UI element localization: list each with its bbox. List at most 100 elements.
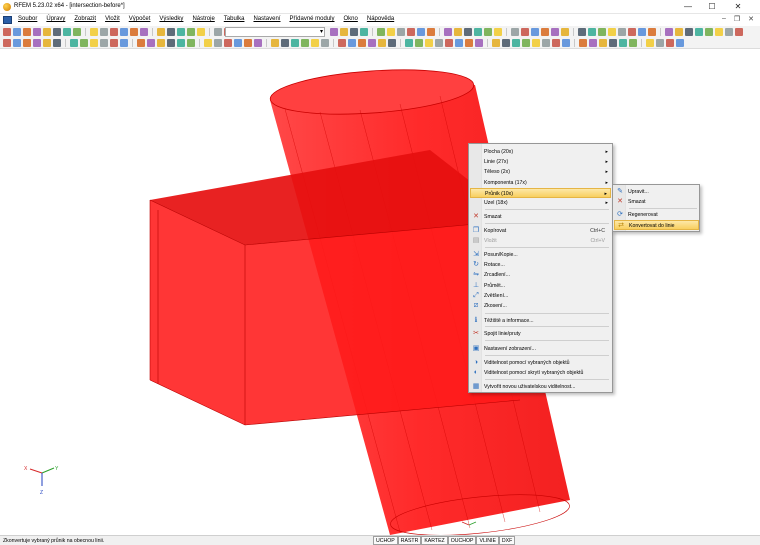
toolbar-tool-icon[interactable] xyxy=(301,39,309,47)
context-menu-item[interactable]: ⤢ Zvětšení... xyxy=(470,291,611,301)
context-menu-item[interactable]: Těleso (2x) ▸ xyxy=(470,167,611,177)
toolbar-tool-icon[interactable] xyxy=(648,28,656,36)
model-canvas[interactable]: Y X Z xyxy=(0,49,760,535)
toolbar-tool-icon[interactable] xyxy=(281,39,289,47)
mdi-minimize-button[interactable]: – xyxy=(722,15,726,23)
mdi-close-button[interactable]: ✕ xyxy=(748,15,754,23)
toolbar-tool-icon[interactable] xyxy=(415,39,423,47)
minimize-button[interactable]: — xyxy=(676,1,700,13)
toolbar-tool-icon[interactable] xyxy=(484,28,492,36)
toolbar-tool-icon[interactable] xyxy=(33,28,41,36)
status-toggle-button[interactable]: DXF xyxy=(498,536,516,545)
toolbar-tool-icon[interactable] xyxy=(666,39,674,47)
status-toggle-button[interactable]: OUCHOP xyxy=(447,536,477,545)
toolbar-tool-icon[interactable] xyxy=(387,28,395,36)
toolbar-tool-icon[interactable] xyxy=(70,39,78,47)
toolbar-tool-icon[interactable] xyxy=(63,28,71,36)
toolbar-tool-icon[interactable] xyxy=(120,39,128,47)
context-menu-item[interactable]: ⇋ Zrcadlení... xyxy=(470,270,611,280)
toolbar-tool-icon[interactable] xyxy=(397,28,405,36)
mdi-restore-button[interactable]: ❐ xyxy=(734,15,740,23)
toolbar-tool-icon[interactable] xyxy=(43,28,51,36)
toolbar-tool-icon[interactable] xyxy=(425,39,433,47)
toolbar-tool-icon[interactable] xyxy=(578,28,586,36)
toolbar-tool-icon[interactable] xyxy=(197,28,205,36)
context-menu-item[interactable]: Průnik (10x) ▸ xyxy=(470,188,611,198)
maximize-button[interactable]: ☐ xyxy=(700,1,724,13)
toolbar-tool-icon[interactable] xyxy=(599,39,607,47)
toolbar-tool-icon[interactable] xyxy=(100,39,108,47)
toolbar-tool-icon[interactable] xyxy=(725,28,733,36)
menu-item[interactable]: Vložit xyxy=(105,16,120,22)
toolbar-tool-icon[interactable] xyxy=(502,39,510,47)
menu-item[interactable]: Přídavné moduly xyxy=(289,16,334,22)
context-menu-item[interactable]: Uzel (18x) ▸ xyxy=(470,198,611,208)
toolbar-tool-icon[interactable] xyxy=(3,39,11,47)
menu-item[interactable]: Soubor xyxy=(18,16,37,22)
context-menu-item[interactable]: ✂ Spojit linie/pruty xyxy=(470,329,611,339)
toolbar-tool-icon[interactable] xyxy=(187,28,195,36)
menu-item[interactable]: Nástroje xyxy=(192,16,214,22)
toolbar-tool-icon[interactable] xyxy=(214,39,222,47)
submenu-item[interactable]: ⟳ Regenerovat xyxy=(614,210,699,220)
toolbar-tool-icon[interactable] xyxy=(130,28,138,36)
toolbar-tool-icon[interactable] xyxy=(321,39,329,47)
toolbar-tool-icon[interactable] xyxy=(589,39,597,47)
submenu-item[interactable]: ✕ Smazat xyxy=(614,197,699,207)
toolbar-tool-icon[interactable] xyxy=(167,39,175,47)
toolbar-tool-icon[interactable] xyxy=(465,39,473,47)
toolbar-tool-icon[interactable] xyxy=(23,28,31,36)
toolbar-tool-icon[interactable] xyxy=(454,28,462,36)
toolbar-tool-icon[interactable] xyxy=(444,28,452,36)
toolbar-tool-icon[interactable] xyxy=(377,28,385,36)
toolbar-tool-icon[interactable] xyxy=(311,39,319,47)
toolbar-tool-icon[interactable] xyxy=(579,39,587,47)
menu-item[interactable]: Výpočet xyxy=(129,16,151,22)
status-toggle-button[interactable]: KARTEZ xyxy=(421,536,448,545)
toolbar-tool-icon[interactable] xyxy=(187,39,195,47)
toolbar-tool-icon[interactable] xyxy=(417,28,425,36)
toolbar-tool-icon[interactable] xyxy=(531,28,539,36)
context-menu-item[interactable]: ▦ Vytvořit novou uživatelskou viditelnost… xyxy=(470,382,611,392)
menu-item[interactable]: Výsledky xyxy=(159,16,183,22)
toolbar-tool-icon[interactable] xyxy=(541,28,549,36)
toolbar-tool-icon[interactable] xyxy=(464,28,472,36)
submenu-item[interactable]: ✎ Upravit... xyxy=(614,187,699,197)
context-menu-item[interactable]: ▤ Vložit Ctrl+V xyxy=(470,236,611,246)
toolbar-tool-icon[interactable] xyxy=(474,28,482,36)
toolbar-tool-icon[interactable] xyxy=(608,28,616,36)
toolbar-tool-icon[interactable] xyxy=(532,39,540,47)
toolbar-tool-icon[interactable] xyxy=(120,28,128,36)
context-menu-item[interactable]: ▣ Nastavení zobrazení... xyxy=(470,344,611,354)
context-menu-item[interactable]: ↻ Rotace... xyxy=(470,260,611,270)
menu-item[interactable]: Zobrazit xyxy=(74,16,96,22)
load-case-combo[interactable]: ▾ xyxy=(225,27,325,37)
context-menu-item[interactable]: ❐ Kopírovat Ctrl+C xyxy=(470,226,611,236)
toolbar-tool-icon[interactable] xyxy=(492,39,500,47)
context-menu-item[interactable]: ✕ Smazat xyxy=(470,212,611,222)
toolbar-tool-icon[interactable] xyxy=(735,28,743,36)
context-menu-item[interactable]: Plocha (20x) ▸ xyxy=(470,147,611,157)
context-menu-item[interactable]: ⊥ Průmět... xyxy=(470,281,611,291)
toolbar-tool-icon[interactable] xyxy=(685,28,693,36)
toolbar-tool-icon[interactable] xyxy=(330,28,338,36)
toolbar-tool-icon[interactable] xyxy=(147,39,155,47)
toolbar-tool-icon[interactable] xyxy=(588,28,596,36)
toolbar-tool-icon[interactable] xyxy=(618,28,626,36)
toolbar-tool-icon[interactable] xyxy=(23,39,31,47)
toolbar-tool-icon[interactable] xyxy=(656,39,664,47)
menu-item[interactable]: Úpravy xyxy=(46,16,65,22)
toolbar-tool-icon[interactable] xyxy=(676,39,684,47)
toolbar-tool-icon[interactable] xyxy=(675,28,683,36)
menu-item[interactable]: Okno xyxy=(344,16,358,22)
menu-item[interactable]: Tabulka xyxy=(224,16,245,22)
toolbar-tool-icon[interactable] xyxy=(254,39,262,47)
toolbar-tool-icon[interactable] xyxy=(388,39,396,47)
toolbar-tool-icon[interactable] xyxy=(511,28,519,36)
toolbar-tool-icon[interactable] xyxy=(561,28,569,36)
toolbar-tool-icon[interactable] xyxy=(3,28,11,36)
toolbar-tool-icon[interactable] xyxy=(177,39,185,47)
menu-item[interactable]: Nápověda xyxy=(367,16,394,22)
toolbar-tool-icon[interactable] xyxy=(435,39,443,47)
toolbar-tool-icon[interactable] xyxy=(100,28,108,36)
